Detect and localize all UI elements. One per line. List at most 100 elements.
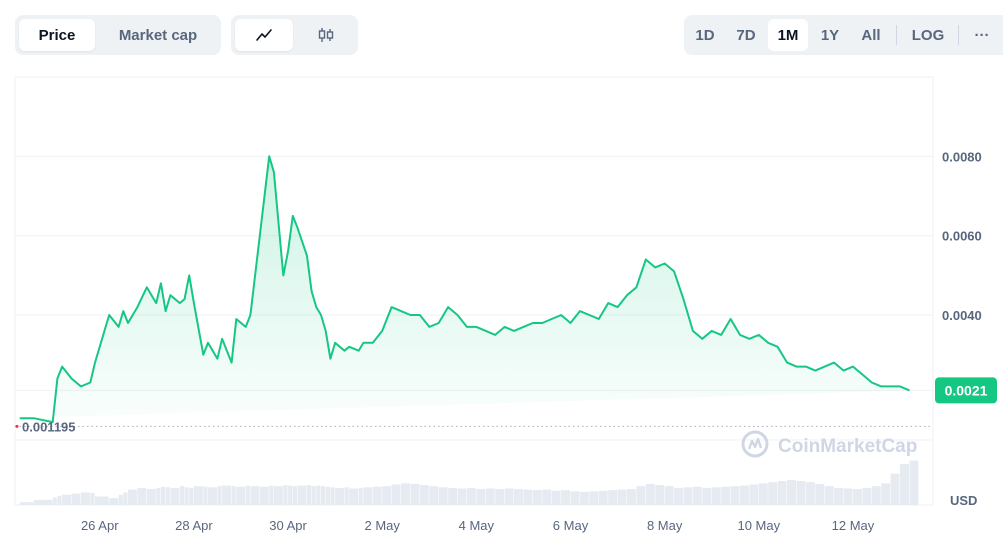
x-tick-label: 2 May <box>364 518 400 533</box>
volume-bar <box>127 489 137 505</box>
volume-bar <box>208 487 217 505</box>
volume-bar <box>834 487 844 505</box>
volume-bar <box>448 487 458 505</box>
volume-bar <box>19 502 34 505</box>
volume-bar <box>636 486 646 505</box>
volume-bar <box>137 487 147 505</box>
volume-bar <box>160 486 166 505</box>
volume-bar <box>627 489 636 505</box>
volume-bar <box>805 482 815 505</box>
volume-bar <box>335 487 345 505</box>
volume-bar <box>730 486 740 505</box>
volume-bar <box>410 483 420 505</box>
volume-bar <box>768 482 778 505</box>
volume-bar <box>890 473 900 505</box>
volume-bar <box>429 486 439 505</box>
low-price-label: 0.001195 <box>22 419 76 434</box>
x-tick-label: 6 May <box>553 518 589 533</box>
y-tick-label: 0.0060 <box>942 229 982 244</box>
volume-bar <box>203 486 208 505</box>
watermark: CoinMarketCap <box>741 430 917 458</box>
volume-bar <box>170 487 180 505</box>
volume-bar <box>245 485 250 505</box>
volume-bar <box>579 491 589 505</box>
volume-bar <box>711 487 721 505</box>
volume-bar <box>900 463 909 505</box>
volume-bar <box>269 485 274 505</box>
volume-bar <box>71 493 81 505</box>
currency-label: USD <box>950 493 977 508</box>
volume-bar <box>222 485 232 505</box>
volume-bar <box>758 483 768 505</box>
volume-bar <box>80 492 90 505</box>
volume-bar <box>485 488 495 505</box>
volume-bar <box>561 490 571 505</box>
volume-bar <box>862 487 872 505</box>
x-tick-label: 8 May <box>647 518 683 533</box>
x-tick-label: 12 May <box>832 518 875 533</box>
volume-bar <box>179 486 184 505</box>
x-tick-label: 30 Apr <box>269 518 307 533</box>
volume-bar <box>852 489 862 505</box>
volume-bar <box>90 493 95 505</box>
volume-bar <box>193 486 203 505</box>
volume-bar <box>236 486 246 505</box>
coinmarketcap-logo-icon <box>741 430 769 458</box>
volume-bar <box>288 485 293 505</box>
volume-bar <box>881 483 891 505</box>
volume-bar <box>330 487 335 505</box>
volume-bar <box>189 487 194 505</box>
volume-bar <box>692 486 702 505</box>
low-price-marker <box>15 424 19 428</box>
volume-bar <box>57 495 62 505</box>
volume-bar <box>165 487 170 505</box>
x-tick-label: 26 Apr <box>81 518 119 533</box>
volume-bar <box>871 486 881 505</box>
volume-bar <box>109 498 119 505</box>
volume-bar <box>250 486 260 505</box>
volume-bar <box>542 489 552 505</box>
volume-bar <box>843 488 853 505</box>
volume-bar <box>217 486 222 505</box>
volume-bar <box>118 494 123 505</box>
volume-bar <box>52 497 57 505</box>
volume-bar <box>664 486 674 505</box>
volume-bar <box>598 490 608 505</box>
volume-bar <box>504 488 514 505</box>
volume-bar <box>617 489 627 505</box>
volume-bar <box>62 494 71 505</box>
x-tick-label: 28 Apr <box>175 518 213 533</box>
volume-bar <box>721 486 731 505</box>
volume-bar <box>674 487 683 505</box>
volume-bar <box>438 487 448 505</box>
current-price-label: 0.0021 <box>945 382 988 398</box>
volume-bar <box>495 489 505 505</box>
volume-bar <box>344 487 349 505</box>
volume-bar <box>231 486 236 505</box>
volume-bar <box>419 485 429 505</box>
volume-bar <box>391 484 401 505</box>
volume-bar <box>156 487 161 505</box>
volume-bar <box>683 487 693 505</box>
volume-bar <box>514 489 523 505</box>
watermark-text: CoinMarketCap <box>778 436 917 457</box>
volume-bar <box>306 485 312 505</box>
volume-bar <box>95 496 109 505</box>
volume-bar <box>796 481 806 505</box>
volume-bar <box>358 487 363 505</box>
volume-bar <box>702 487 712 505</box>
volume-bar <box>645 483 655 505</box>
price-area-fill <box>19 156 910 423</box>
volume-bar <box>184 487 189 505</box>
volume-bar <box>608 490 618 505</box>
volume-bar <box>815 483 825 505</box>
volume-bar <box>325 486 330 505</box>
volume-bar <box>787 479 796 505</box>
volume-bar <box>570 491 580 505</box>
volume-bar <box>382 486 392 505</box>
volume-bar <box>824 486 834 505</box>
volume-bar <box>259 486 269 505</box>
volume-bar <box>146 489 156 505</box>
price-chart[interactable]: 0.0080 0.0060 0.0040 0.001195 0.0021 26 Apr 28… <box>0 0 1003 544</box>
volume-bar <box>401 483 410 505</box>
